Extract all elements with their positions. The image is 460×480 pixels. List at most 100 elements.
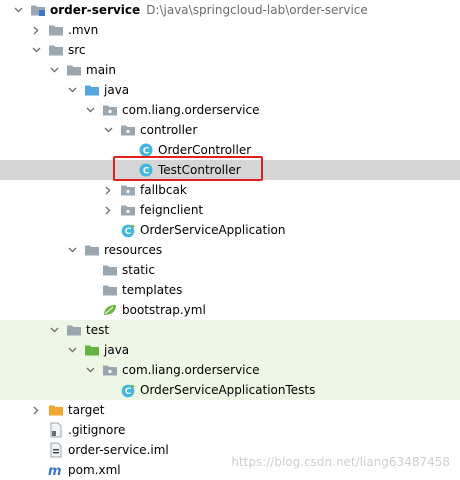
package-icon <box>120 182 136 198</box>
tree-label: order-service.iml <box>68 443 169 457</box>
tree-row-main-java[interactable]: java <box>0 80 460 100</box>
tree-row-resources[interactable]: resources <box>0 240 460 260</box>
tree-label: src <box>68 43 86 57</box>
chevron-down-icon[interactable] <box>102 120 114 140</box>
tree-row-bootstrap-yml[interactable]: bootstrap.yml <box>0 300 460 320</box>
folder-icon <box>66 322 82 338</box>
chevron-right-icon[interactable] <box>102 200 114 220</box>
tree-label: OrderServiceApplicationTests <box>140 383 316 397</box>
tree-row-orderserviceapplicationtests[interactable]: C OrderServiceApplicationTests <box>0 380 460 400</box>
tree-label: OrderServiceApplication <box>140 223 286 237</box>
spring-boot-class-icon: C <box>120 222 136 238</box>
tree-label: static <box>122 263 155 277</box>
tree-row-main[interactable]: main <box>0 60 460 80</box>
tree-label: java <box>104 343 130 357</box>
tree-row-test-java[interactable]: java <box>0 340 460 360</box>
chevron-down-icon[interactable] <box>48 320 60 340</box>
tree-label: TestController <box>158 163 241 177</box>
watermark: https://blog.csdn.net/liang63487458 <box>231 455 450 469</box>
tree-label: com.liang.orderservice <box>122 363 260 377</box>
arrow-spacer <box>84 280 96 300</box>
tree-row-gitignore[interactable]: .gitignore <box>0 420 460 440</box>
svg-text:C: C <box>143 166 150 176</box>
tree-label: order-service <box>50 3 141 17</box>
tree-label: .mvn <box>68 23 99 37</box>
gitignore-file-icon <box>48 422 64 438</box>
tree-label: java <box>104 83 130 97</box>
svg-text:C: C <box>124 227 131 237</box>
package-icon <box>102 362 118 378</box>
tree-row-test[interactable]: test <box>0 320 460 340</box>
tree-label: com.liang.orderservice <box>122 103 260 117</box>
tree-row-mvn[interactable]: .mvn <box>0 20 460 40</box>
folder-icon <box>66 62 82 78</box>
arrow-spacer <box>102 380 114 400</box>
tree-row-order-service[interactable]: order-service D:\java\springcloud-lab\ord… <box>0 0 460 20</box>
tree-label: main <box>86 63 116 77</box>
tree-label: fallbcak <box>140 183 187 197</box>
tree-label: resources <box>104 243 163 257</box>
chevron-down-icon[interactable] <box>48 60 60 80</box>
source-folder-icon <box>84 82 100 98</box>
tree-label: templates <box>122 283 183 297</box>
chevron-right-icon[interactable] <box>30 400 42 420</box>
tree-row-templates[interactable]: templates <box>0 280 460 300</box>
java-class-icon: C <box>138 162 154 178</box>
tree-label: pom.xml <box>68 463 121 477</box>
tree-row-ordercontroller[interactable]: C OrderController <box>0 140 460 160</box>
tree-label: test <box>86 323 110 337</box>
arrow-spacer <box>102 220 114 240</box>
folder-icon <box>102 262 118 278</box>
package-icon <box>120 202 136 218</box>
folder-icon <box>48 42 64 58</box>
chevron-right-icon[interactable] <box>102 180 114 200</box>
tree-label: bootstrap.yml <box>122 303 206 317</box>
excluded-folder-icon <box>48 402 64 418</box>
tree-row-test-pkg[interactable]: com.liang.orderservice <box>0 360 460 380</box>
arrow-spacer <box>84 300 96 320</box>
tree-row-fallbcak[interactable]: fallbcak <box>0 180 460 200</box>
arrow-spacer <box>30 440 42 460</box>
svg-text:m: m <box>48 464 62 477</box>
tree-row-testcontroller[interactable]: C TestController <box>0 160 460 180</box>
tree-row-static[interactable]: static <box>0 260 460 280</box>
tree-row-feignclient[interactable]: feignclient <box>0 200 460 220</box>
maven-icon: m <box>48 462 64 478</box>
spring-boot-class-icon: C <box>120 382 136 398</box>
tree-row-target[interactable]: target <box>0 400 460 420</box>
java-class-icon: C <box>138 142 154 158</box>
tree-label: controller <box>140 123 198 137</box>
package-icon <box>120 122 136 138</box>
svg-text:C: C <box>143 146 150 156</box>
arrow-spacer <box>120 160 132 180</box>
test-source-folder-icon <box>84 342 100 358</box>
module-path: D:\java\springcloud-lab\order-service <box>146 3 368 17</box>
chevron-down-icon[interactable] <box>12 0 24 20</box>
resources-folder-icon <box>84 242 100 258</box>
tree-row-orderserviceapplication[interactable]: C OrderServiceApplication <box>0 220 460 240</box>
svg-text:C: C <box>124 387 131 397</box>
chevron-down-icon[interactable] <box>84 360 96 380</box>
yaml-leaf-icon <box>102 302 118 318</box>
tree-label: OrderController <box>158 143 252 157</box>
tree-label: target <box>68 403 105 417</box>
iml-file-icon <box>48 442 64 458</box>
arrow-spacer <box>30 420 42 440</box>
package-icon <box>102 102 118 118</box>
tree-label: .gitignore <box>68 423 126 437</box>
chevron-down-icon[interactable] <box>66 340 78 360</box>
folder-icon <box>102 282 118 298</box>
tree-label: feignclient <box>140 203 204 217</box>
arrow-spacer <box>84 260 96 280</box>
chevron-down-icon[interactable] <box>66 240 78 260</box>
tree-row-controller[interactable]: controller <box>0 120 460 140</box>
tree-row-src[interactable]: src <box>0 40 460 60</box>
chevron-down-icon[interactable] <box>66 80 78 100</box>
module-folder-icon <box>30 2 46 18</box>
chevron-down-icon[interactable] <box>30 40 42 60</box>
tree-row-pkg-orderservice[interactable]: com.liang.orderservice <box>0 100 460 120</box>
chevron-right-icon[interactable] <box>30 20 42 40</box>
arrow-spacer <box>120 140 132 160</box>
folder-icon <box>48 22 64 38</box>
chevron-down-icon[interactable] <box>84 100 96 120</box>
